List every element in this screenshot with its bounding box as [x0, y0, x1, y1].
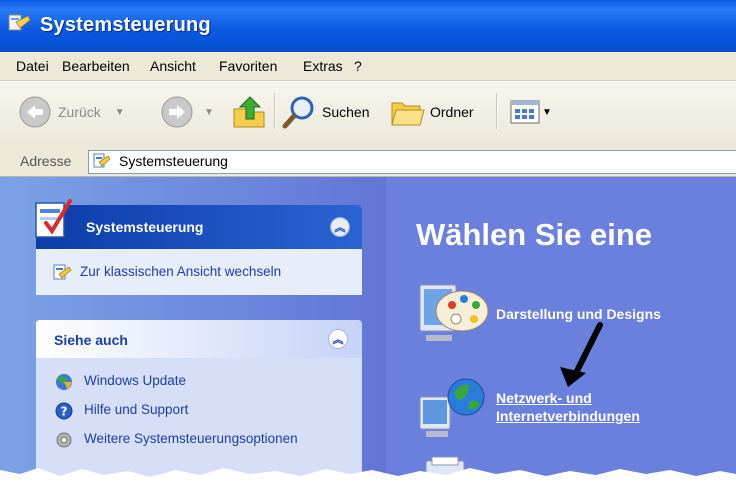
folders-label: Ordner — [430, 104, 474, 120]
menu-favoriten[interactable]: Favoriten — [219, 58, 277, 74]
control-panel-icon — [8, 14, 31, 31]
category-network-internet[interactable]: Netzwerk- und Internetverbindungen — [416, 375, 696, 441]
more-options-label: Weitere Systemsteuerungsoptionen — [84, 431, 298, 446]
control-panel-large-icon — [35, 199, 72, 238]
see-also-title: Siehe auch — [54, 332, 128, 348]
network-internet-icon — [419, 378, 485, 437]
up-folder-button[interactable] — [232, 93, 266, 129]
menu-bar: Datei Bearbeiten Ansicht Favoriten Extra… — [0, 52, 736, 81]
search-icon — [282, 96, 314, 129]
category-view: Wählen Sie eine Darstellung und Designs — [386, 177, 736, 486]
address-label: Adresse — [20, 153, 72, 169]
torn-edge — [0, 468, 736, 486]
title-bar[interactable]: Systemsteuerung — [0, 0, 736, 52]
control-panel-task-box: Systemsteuerung ︽ Zur klassischen Ansich… — [36, 205, 362, 295]
folders-button[interactable]: Ordner — [390, 95, 474, 129]
more-options-link[interactable]: Weitere Systemsteuerungsoptionen — [54, 430, 314, 450]
back-label: Zurück — [58, 104, 101, 120]
collapse-chevron-icon[interactable]: ︽ — [328, 329, 348, 349]
see-also-header[interactable]: Siehe auch ︽ — [36, 320, 362, 358]
category-appearance-themes[interactable]: Darstellung und Designs — [416, 281, 661, 351]
pick-category-heading: Wählen Sie eine — [416, 217, 653, 252]
windows-update-label: Windows Update — [84, 373, 187, 388]
appearance-themes-icon — [419, 284, 489, 341]
views-button[interactable]: ▼ — [510, 99, 552, 125]
windows-update-icon — [56, 374, 72, 390]
address-bar: Adresse Systemsteuerung — [0, 147, 736, 177]
control-panel-icon — [93, 153, 111, 168]
switch-classic-view-label: Zur klassischen Ansicht wechseln — [80, 264, 282, 279]
task-pane: Systemsteuerung ︽ Zur klassischen Ansich… — [0, 177, 386, 486]
collapse-chevron-icon[interactable]: ︽ — [330, 217, 350, 237]
switch-classic-view-link[interactable]: Zur klassischen Ansicht wechseln — [52, 263, 281, 283]
help-support-label: Hilfe und Support — [84, 402, 189, 417]
task-box-body: Zur klassischen Ansicht wechseln — [36, 249, 362, 295]
menu-bearbeiten[interactable]: Bearbeiten — [62, 58, 130, 74]
forward-arrow-icon — [161, 96, 193, 128]
network-internet-label: Netzwerk- und Internetverbindungen — [496, 390, 640, 424]
menu-datei[interactable]: Datei — [16, 58, 49, 74]
back-arrow-icon — [19, 96, 51, 128]
address-value: Systemsteuerung — [119, 153, 228, 169]
task-box-header[interactable]: Systemsteuerung ︽ — [36, 205, 362, 249]
gear-icon — [56, 432, 72, 448]
window-title: Systemsteuerung — [40, 14, 211, 36]
forward-button[interactable]: ▼ — [160, 95, 214, 129]
menu-ansicht[interactable]: Ansicht — [150, 58, 196, 74]
toolbar: Zurück ▼ ▼ Suchen Ordner ▼ — [0, 81, 736, 148]
back-button[interactable]: Zurück ▼ — [18, 95, 125, 129]
help-support-link[interactable]: ? Hilfe und Support — [54, 401, 188, 421]
task-box-title: Systemsteuerung — [86, 219, 204, 235]
control-panel-icon — [53, 264, 72, 280]
windows-update-link[interactable]: Windows Update — [54, 372, 186, 392]
views-dropdown-icon[interactable]: ▼ — [542, 107, 552, 118]
views-icon — [510, 100, 540, 124]
address-field[interactable]: Systemsteuerung — [88, 150, 736, 174]
menu-extras[interactable]: Extras — [303, 58, 343, 74]
forward-dropdown-icon[interactable]: ▼ — [204, 107, 214, 118]
search-button[interactable]: Suchen — [282, 95, 369, 129]
help-icon: ? — [55, 402, 73, 420]
back-dropdown-icon[interactable]: ▼ — [115, 107, 125, 118]
folders-icon — [391, 102, 425, 126]
up-folder-icon — [233, 96, 265, 128]
svg-text:?: ? — [61, 405, 68, 419]
menu-help[interactable]: ? — [354, 58, 362, 74]
search-label: Suchen — [322, 104, 370, 120]
